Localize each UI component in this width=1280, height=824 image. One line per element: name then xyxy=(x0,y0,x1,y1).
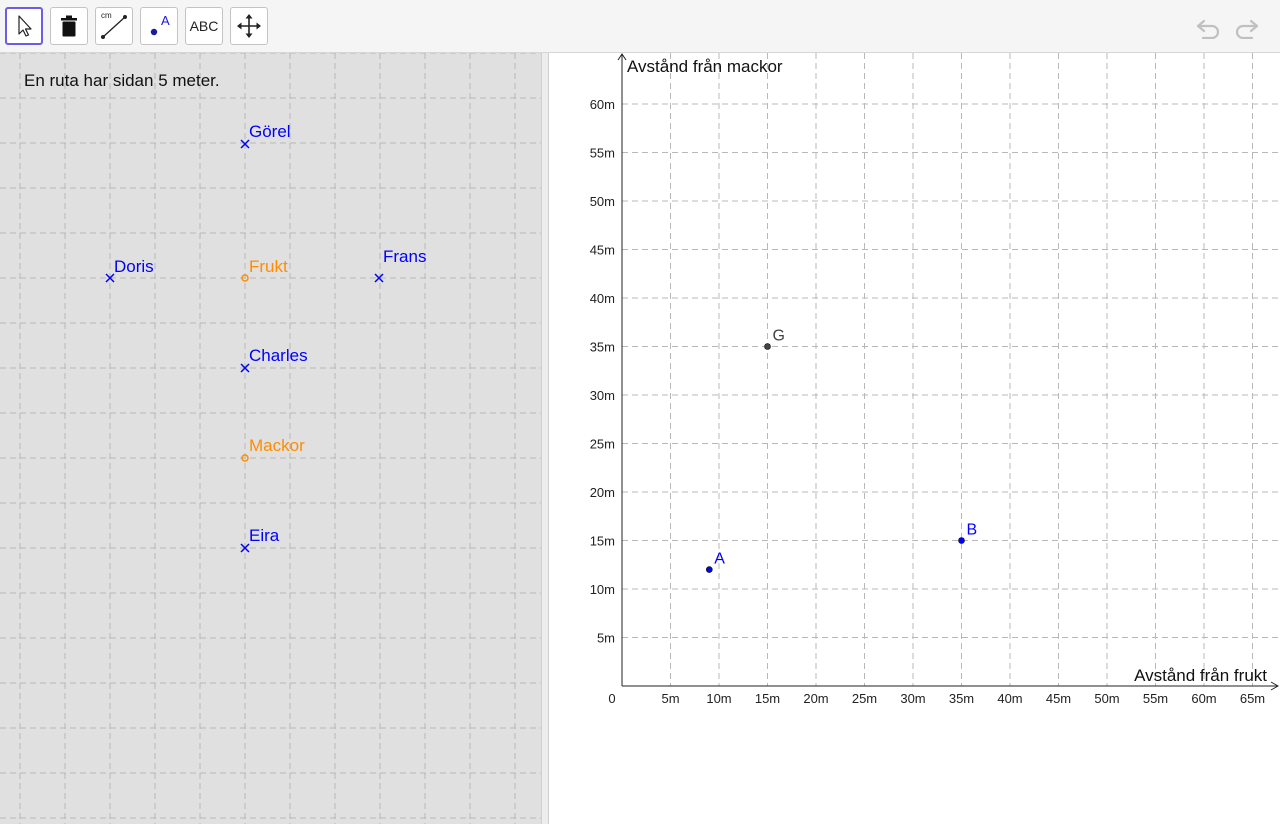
toolbar: cm A ABC xyxy=(0,0,1280,53)
arrow-pointer-icon xyxy=(18,15,32,37)
graph-canvas[interactable]: 5m 10m 15m 20m 25m 30m 35m 40m 45m 50m 55m 60m 65m 5m… xyxy=(549,53,1280,824)
move-graphics-view-icon xyxy=(237,14,261,38)
map-point-label: Mackor xyxy=(249,436,305,455)
graph-point-marker xyxy=(764,343,771,350)
graph-point-a[interactable]: A xyxy=(706,551,725,573)
y-tick-label: 20m xyxy=(590,485,615,500)
delete-tool-button[interactable] xyxy=(50,7,88,45)
map-canvas[interactable]: En ruta har sidan 5 meter. Görel Doris F… xyxy=(0,53,541,824)
map-point-label: Doris xyxy=(114,257,154,276)
view-divider[interactable] xyxy=(541,53,549,824)
graph-point-marker xyxy=(958,537,965,544)
move-tool-button[interactable] xyxy=(5,7,43,45)
y-axis-label: Avstånd från mackor xyxy=(627,57,783,76)
graph-point-label: B xyxy=(967,522,978,539)
graph-grid xyxy=(622,53,1280,686)
x-tick-label: 5m xyxy=(661,691,679,706)
text-tool-button[interactable]: ABC xyxy=(185,7,223,45)
y-tick-label: 60m xyxy=(590,97,615,112)
x-tick-label: 55m xyxy=(1143,691,1168,706)
map-graphics-view[interactable]: En ruta har sidan 5 meter. Görel Doris F… xyxy=(0,53,541,824)
map-caption: En ruta har sidan 5 meter. xyxy=(24,71,220,90)
move-view-tool-button[interactable] xyxy=(230,7,268,45)
x-axis-label: Avstånd från frukt xyxy=(1134,666,1267,685)
graph-points: A B G xyxy=(706,328,977,573)
map-point-label: Görel xyxy=(249,122,291,141)
graph-tick-labels: 5m 10m 15m 20m 25m 30m 35m 40m 45m 50m 55m 60m 65m 5m… xyxy=(590,97,1265,706)
x-tick-label: 15m xyxy=(755,691,780,706)
map-point-gorel[interactable]: Görel xyxy=(240,122,291,149)
y-tick-label: 25m xyxy=(590,437,615,452)
graph-point-marker xyxy=(706,566,713,573)
y-tick-label: 40m xyxy=(590,291,615,306)
x-tick-label: 45m xyxy=(1046,691,1071,706)
x-tick-label: 35m xyxy=(949,691,974,706)
undo-icon xyxy=(1196,19,1220,39)
distance-tool-button[interactable]: cm xyxy=(95,7,133,45)
map-point-frukt[interactable]: Frukt xyxy=(241,257,288,282)
x-tick-label: 65m xyxy=(1240,691,1265,706)
x-tick-label: 50m xyxy=(1094,691,1119,706)
y-tick-label: 45m xyxy=(590,243,615,258)
y-tick-label: 55m xyxy=(590,146,615,161)
map-point-label: Frans xyxy=(383,247,426,266)
x-tick-label: 10m xyxy=(706,691,731,706)
y-tick-label: 10m xyxy=(590,582,615,597)
point-tool-label: A xyxy=(161,13,170,28)
x-tick-label: 40m xyxy=(997,691,1022,706)
x-tick-label: 20m xyxy=(803,691,828,706)
point-tool-button[interactable]: A xyxy=(140,7,178,45)
x-tick-label: 25m xyxy=(852,691,877,706)
x-tick-label: 30m xyxy=(900,691,925,706)
map-point-frans[interactable]: Frans xyxy=(374,247,426,283)
map-point-mackor[interactable]: Mackor xyxy=(241,436,305,462)
undo-button[interactable] xyxy=(1192,10,1226,44)
y-tick-label: 30m xyxy=(590,388,615,403)
measure-distance-icon: cm xyxy=(101,11,127,39)
map-point-label: Eira xyxy=(249,526,280,545)
x-tick-label: 60m xyxy=(1191,691,1216,706)
graph-axes xyxy=(617,53,1280,691)
graph-point-label: A xyxy=(714,551,725,568)
graph-view[interactable]: 5m 10m 15m 20m 25m 30m 35m 40m 45m 50m 55m 60m 65m 5m… xyxy=(549,53,1280,824)
redo-button[interactable] xyxy=(1229,10,1263,44)
redo-icon xyxy=(1235,19,1259,39)
map-point-label: Frukt xyxy=(249,257,288,276)
map-point-label: Charles xyxy=(249,346,308,365)
origin-label: 0 xyxy=(608,691,615,706)
y-tick-label: 15m xyxy=(590,534,615,549)
point-icon: A xyxy=(150,13,170,36)
y-tick-label: 5m xyxy=(597,631,615,646)
y-tick-label: 35m xyxy=(590,340,615,355)
y-tick-label: 50m xyxy=(590,194,615,209)
trash-icon xyxy=(61,15,77,37)
text-icon: ABC xyxy=(189,18,219,34)
graph-point-label: G xyxy=(773,328,785,345)
distance-tool-label: cm xyxy=(101,11,112,20)
